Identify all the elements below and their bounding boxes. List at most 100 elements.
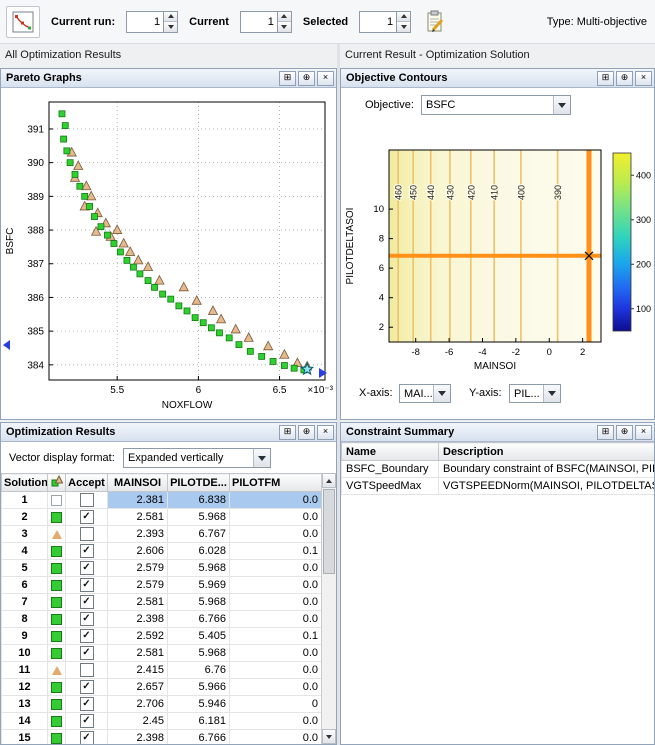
accept-checkbox[interactable]: ✓: [79, 646, 94, 660]
selected-solution-spinner[interactable]: [359, 10, 412, 33]
close-icon[interactable]: ×: [635, 424, 652, 440]
chevron-down-icon[interactable]: [553, 96, 570, 114]
value-cell[interactable]: 5.969: [167, 576, 230, 594]
spin-down-icon[interactable]: [397, 22, 411, 32]
value-cell[interactable]: 0.0: [229, 508, 321, 526]
column-header-name[interactable]: Name: [341, 442, 439, 461]
clipboard-pencil-icon[interactable]: [422, 8, 448, 36]
value-cell[interactable]: 6.028: [167, 542, 230, 560]
scrollbar-thumb[interactable]: [323, 489, 335, 574]
accept-checkbox[interactable]: ✓: [79, 612, 94, 626]
accept-checkbox[interactable]: ✓: [79, 595, 94, 609]
table-row[interactable]: 8 ✓ 2.398 6.766 0.0: [1, 610, 321, 628]
value-cell[interactable]: 2.706: [107, 695, 168, 713]
spin-down-icon[interactable]: [277, 22, 291, 32]
table-row[interactable]: 2 ✓ 2.581 5.968 0.0: [1, 508, 321, 526]
contour-chart-svg[interactable]: 460 450 440 430 420 410 400 390 -8 -6 -4 -2 0 2 2 4 6 8 10…: [341, 120, 654, 417]
value-cell[interactable]: 6.767: [167, 525, 230, 543]
current-solution-input[interactable]: [239, 10, 277, 33]
spin-up-icon[interactable]: [164, 11, 178, 22]
xaxis-select[interactable]: MAI...: [399, 384, 451, 403]
value-cell[interactable]: 2.581: [107, 593, 168, 611]
table-row[interactable]: 9 ✓ 2.592 5.405 0.1: [1, 627, 321, 645]
value-cell[interactable]: 2.581: [107, 644, 168, 662]
table-row[interactable]: 3 2.393 6.767 0.0: [1, 525, 321, 543]
column-header-pilotfm[interactable]: PILOTFM: [229, 473, 321, 492]
dock-icon[interactable]: ⊞: [279, 70, 296, 86]
value-cell[interactable]: 5.968: [167, 644, 230, 662]
selected-solution-input[interactable]: [359, 10, 397, 33]
value-cell[interactable]: 2.579: [107, 576, 168, 594]
pareto-panel-titlebar[interactable]: Pareto Graphs ⊞ ⊕ ×: [1, 69, 336, 88]
value-cell[interactable]: 2.398: [107, 729, 168, 744]
value-cell[interactable]: 6.838: [167, 491, 230, 509]
value-cell[interactable]: 2.381: [107, 491, 168, 509]
table-row[interactable]: 4 ✓ 2.606 6.028 0.1: [1, 542, 321, 560]
undock-icon[interactable]: ⊕: [616, 424, 633, 440]
value-cell[interactable]: 5.968: [167, 593, 230, 611]
value-cell[interactable]: 0.0: [229, 712, 321, 730]
undock-icon[interactable]: ⊕: [298, 70, 315, 86]
table-row[interactable]: 6 ✓ 2.579 5.969 0.0: [1, 576, 321, 594]
table-row[interactable]: 7 ✓ 2.581 5.968 0.0: [1, 593, 321, 611]
value-cell[interactable]: 2.45: [107, 712, 168, 730]
table-row[interactable]: 1 2.381 6.838 0.0: [1, 491, 321, 509]
contours-panel-titlebar[interactable]: Objective Contours ⊞ ⊕ ×: [341, 69, 654, 88]
value-cell[interactable]: 5.405: [167, 627, 230, 645]
dock-icon[interactable]: ⊞: [597, 424, 614, 440]
table-row[interactable]: 10 ✓ 2.581 5.968 0.0: [1, 644, 321, 662]
value-cell[interactable]: 2.606: [107, 542, 168, 560]
dock-icon[interactable]: ⊞: [279, 424, 296, 440]
column-header-mainsoi[interactable]: MAINSOI: [107, 473, 168, 492]
accept-checkbox[interactable]: ✓: [79, 697, 94, 711]
results-panel-titlebar[interactable]: Optimization Results ⊞ ⊕ ×: [1, 423, 336, 442]
results-scrollbar[interactable]: [321, 473, 336, 744]
table-row[interactable]: 15 ✓ 2.398 6.766 0.0: [1, 729, 321, 744]
column-header-description[interactable]: Description: [438, 442, 654, 461]
value-cell[interactable]: 2.579: [107, 559, 168, 577]
accept-checkbox[interactable]: [79, 527, 94, 541]
scroll-up-icon[interactable]: [322, 473, 336, 488]
accept-checkbox[interactable]: ✓: [79, 544, 94, 558]
value-cell[interactable]: 2.398: [107, 610, 168, 628]
close-icon[interactable]: ×: [317, 424, 334, 440]
accept-checkbox[interactable]: ✓: [79, 714, 94, 728]
value-cell[interactable]: 0.0: [229, 644, 321, 662]
current-run-spinner[interactable]: [126, 10, 179, 33]
value-cell[interactable]: 0.0: [229, 729, 321, 744]
accept-checkbox[interactable]: ✓: [79, 561, 94, 575]
value-cell[interactable]: 0.0: [229, 661, 321, 679]
column-header-solution[interactable]: Solution: [1, 473, 48, 492]
accept-checkbox[interactable]: ✓: [79, 731, 94, 744]
value-cell[interactable]: 0.0: [229, 491, 321, 509]
constraints-panel-titlebar[interactable]: Constraint Summary ⊞ ⊕ ×: [341, 423, 654, 442]
spin-up-icon[interactable]: [397, 11, 411, 22]
value-cell[interactable]: 0.0: [229, 525, 321, 543]
spin-up-icon[interactable]: [277, 11, 291, 22]
column-header-accept[interactable]: Accept: [65, 473, 108, 492]
accept-checkbox[interactable]: [79, 663, 94, 677]
objective-select[interactable]: BSFC: [421, 95, 571, 115]
accept-checkbox[interactable]: ✓: [79, 680, 94, 694]
current-run-input[interactable]: [126, 10, 164, 33]
scroll-down-icon[interactable]: [322, 729, 336, 744]
accept-checkbox[interactable]: ✓: [79, 578, 94, 592]
value-cell[interactable]: 6.181: [167, 712, 230, 730]
yaxis-select[interactable]: PIL...: [509, 384, 561, 403]
value-cell[interactable]: 2.393: [107, 525, 168, 543]
value-cell[interactable]: 0: [229, 695, 321, 713]
value-cell[interactable]: 6.766: [167, 610, 230, 628]
close-icon[interactable]: ×: [317, 70, 334, 86]
table-row[interactable]: 11 2.415 6.76 0.0: [1, 661, 321, 679]
value-cell[interactable]: 2.415: [107, 661, 168, 679]
value-cell[interactable]: 5.968: [167, 508, 230, 526]
current-solution-spinner[interactable]: [239, 10, 292, 33]
value-cell[interactable]: 0.1: [229, 542, 321, 560]
accept-checkbox[interactable]: ✓: [79, 629, 94, 643]
vector-display-format-select[interactable]: Expanded vertically: [123, 448, 271, 468]
value-cell[interactable]: 2.581: [107, 508, 168, 526]
close-icon[interactable]: ×: [635, 70, 652, 86]
value-cell[interactable]: 5.966: [167, 678, 230, 696]
undock-icon[interactable]: ⊕: [616, 70, 633, 86]
value-cell[interactable]: 0.0: [229, 559, 321, 577]
